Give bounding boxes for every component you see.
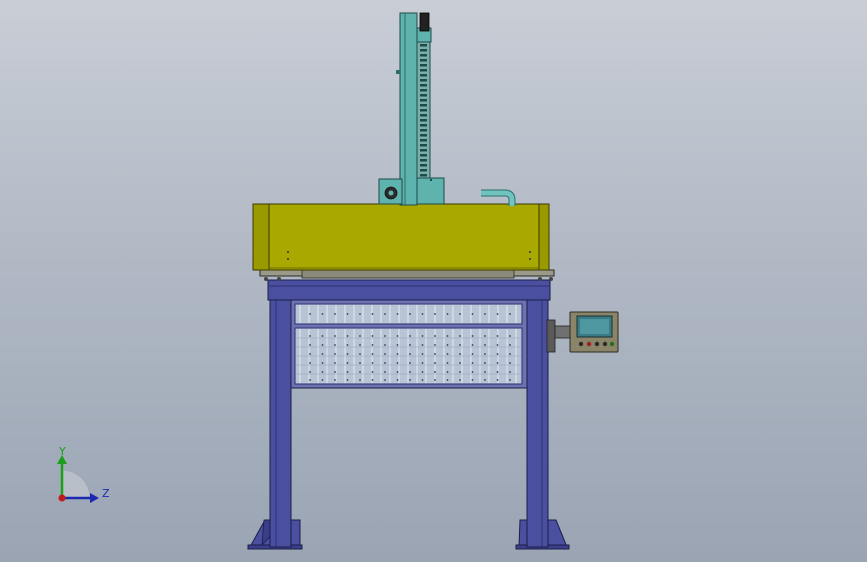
z-axis-arrowhead	[90, 493, 99, 503]
cad-viewport[interactable]: Y Z	[0, 0, 867, 562]
y-axis-label: Y	[58, 445, 66, 458]
origin-dot	[58, 494, 66, 502]
right-leg	[526, 284, 549, 548]
bed-plate	[259, 269, 555, 281]
coordinate-triad: Y Z	[57, 445, 110, 503]
left-leg	[269, 284, 292, 548]
z-axis-label: Z	[102, 487, 110, 500]
rack-rail	[416, 12, 432, 191]
enclosure-box	[252, 203, 550, 271]
top-beam	[267, 279, 551, 301]
assembly-model[interactable]: Y Z	[0, 0, 867, 562]
rack-teeth	[420, 44, 427, 187]
control-panel	[546, 311, 619, 353]
grid-panel	[290, 299, 528, 389]
vertical-column	[396, 12, 418, 206]
